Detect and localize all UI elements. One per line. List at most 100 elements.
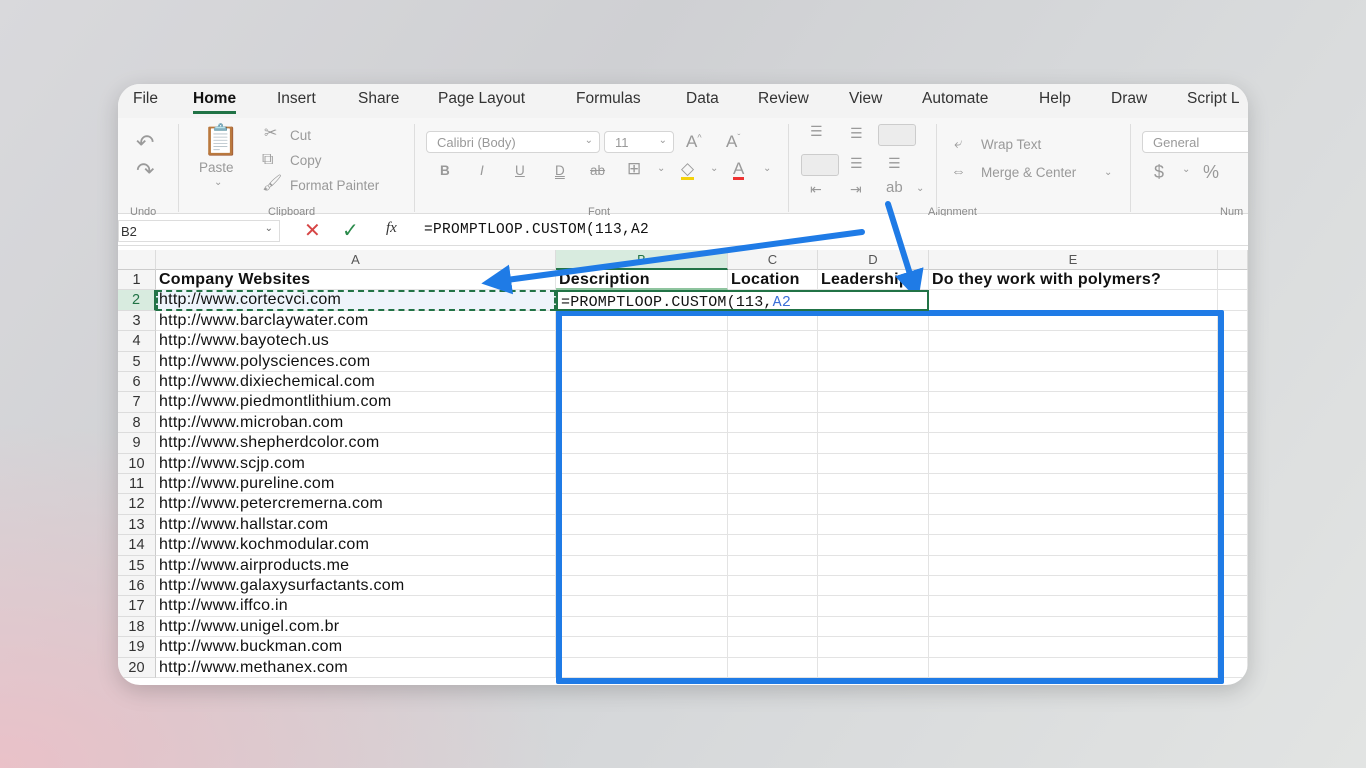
header-cell-b[interactable]: Description — [556, 270, 728, 291]
url-cell[interactable]: http://www.airproducts.me — [156, 555, 556, 576]
paste-button[interactable]: Paste — [199, 160, 234, 175]
copy-icon[interactable]: ⧉ — [262, 152, 273, 168]
empty-cell[interactable] — [1218, 433, 1248, 454]
menu-review[interactable]: Review — [758, 90, 809, 108]
empty-cell[interactable] — [1218, 657, 1248, 678]
empty-cell[interactable] — [556, 535, 728, 556]
empty-cell[interactable] — [818, 453, 929, 474]
empty-cell[interactable] — [818, 310, 929, 332]
url-cell[interactable]: http://www.buckman.com — [156, 637, 556, 658]
url-cell[interactable]: http://www.kochmodular.com — [156, 535, 556, 556]
empty-cell[interactable] — [728, 474, 818, 495]
empty-cell[interactable] — [728, 555, 818, 576]
empty-cell[interactable] — [929, 433, 1218, 454]
empty-cell[interactable] — [818, 637, 929, 658]
empty-cell[interactable] — [556, 555, 728, 576]
orientation-icon[interactable]: ab — [886, 180, 903, 195]
empty-cell[interactable] — [556, 657, 728, 678]
font-name-select[interactable]: Calibri (Body) ⌄ — [426, 131, 600, 153]
empty-cell[interactable] — [728, 433, 818, 454]
empty-cell[interactable] — [818, 331, 929, 352]
menu-share[interactable]: Share — [358, 90, 399, 108]
empty-cell[interactable] — [818, 555, 929, 576]
empty-cell[interactable] — [556, 412, 728, 434]
column-header-a[interactable]: A — [156, 250, 556, 270]
empty-cell[interactable] — [728, 392, 818, 413]
chevron-down-icon[interactable]: ⌄ — [916, 184, 924, 194]
format-painter-button[interactable]: Format Painter — [290, 178, 379, 193]
empty-cell[interactable] — [728, 535, 818, 556]
empty-cell[interactable] — [1218, 494, 1248, 515]
empty-cell[interactable] — [556, 474, 728, 495]
align-middle-icon[interactable]: ☰ — [850, 126, 863, 140]
empty-cell[interactable] — [818, 616, 929, 638]
align-top-icon[interactable]: ☰ — [810, 124, 823, 138]
empty-cell[interactable] — [929, 514, 1218, 536]
row-header[interactable]: 12 — [118, 494, 156, 515]
align-left-button[interactable] — [801, 154, 839, 176]
empty-cell[interactable] — [1218, 310, 1248, 332]
chevron-down-icon[interactable]: ⌄ — [1182, 165, 1190, 175]
double-underline-button[interactable]: D — [555, 163, 565, 178]
empty-cell[interactable] — [556, 494, 728, 515]
url-cell[interactable]: http://www.polysciences.com — [156, 351, 556, 372]
bold-button[interactable]: B — [440, 163, 450, 178]
url-cell[interactable]: http://www.cortecvci.com — [156, 290, 556, 311]
menu-formulas[interactable]: Formulas — [576, 90, 641, 108]
empty-cell[interactable] — [556, 514, 728, 536]
url-cell[interactable]: http://www.piedmontlithium.com — [156, 392, 556, 413]
header-cell-a[interactable]: Company Websites — [156, 270, 556, 291]
merge-center-button[interactable]: Merge & Center — [981, 165, 1076, 180]
row-header[interactable]: 3 — [118, 310, 156, 332]
chevron-down-icon[interactable]: ⌄ — [1104, 168, 1112, 178]
empty-cell[interactable] — [1218, 372, 1248, 393]
decrease-indent-icon[interactable]: ⇤ — [810, 182, 822, 196]
empty-cell[interactable] — [728, 596, 818, 617]
empty-cell[interactable] — [556, 310, 728, 332]
align-right-icon[interactable]: ☰ — [888, 156, 901, 170]
empty-cell[interactable] — [818, 657, 929, 678]
empty-cell[interactable] — [818, 494, 929, 515]
insert-function-icon[interactable]: fx — [386, 220, 397, 237]
empty-cell[interactable] — [929, 453, 1218, 474]
empty-cell[interactable] — [556, 433, 728, 454]
empty-cell[interactable] — [728, 372, 818, 393]
empty-cell[interactable] — [1218, 596, 1248, 617]
fill-color-icon[interactable]: ◇ — [681, 160, 695, 180]
empty-cell[interactable] — [728, 331, 818, 352]
wrap-text-button[interactable]: Wrap Text — [981, 137, 1041, 152]
header-cell-d[interactable]: Leadership — [818, 270, 929, 291]
empty-cell[interactable] — [1218, 392, 1248, 413]
empty-cell[interactable] — [818, 474, 929, 495]
empty-cell[interactable] — [929, 290, 1218, 311]
currency-button[interactable]: $ — [1154, 162, 1164, 183]
row-header[interactable]: 11 — [118, 474, 156, 495]
align-center-icon[interactable]: ☰ — [850, 156, 863, 170]
italic-button[interactable]: I — [480, 163, 484, 178]
scissors-icon[interactable]: ✂ — [264, 126, 277, 142]
row-header[interactable]: 1 — [118, 270, 156, 291]
row-header[interactable]: 17 — [118, 596, 156, 617]
url-cell[interactable]: http://www.scjp.com — [156, 453, 556, 474]
font-color-icon[interactable]: A — [733, 160, 745, 180]
header-cell-e[interactable]: Do they work with polymers? — [929, 270, 1218, 291]
empty-cell[interactable] — [818, 372, 929, 393]
empty-cell[interactable] — [818, 535, 929, 556]
column-header-c[interactable]: C — [728, 250, 818, 270]
empty-cell[interactable] — [1218, 351, 1248, 372]
empty-cell[interactable] — [556, 372, 728, 393]
column-header-f[interactable] — [1218, 250, 1248, 270]
menu-view[interactable]: View — [849, 90, 882, 108]
empty-cell[interactable] — [728, 637, 818, 658]
empty-cell[interactable] — [556, 576, 728, 597]
menu-automate[interactable]: Automate — [922, 90, 988, 108]
empty-cell[interactable] — [728, 576, 818, 597]
empty-cell[interactable] — [818, 433, 929, 454]
row-header[interactable]: 9 — [118, 433, 156, 454]
percent-button[interactable]: % — [1203, 162, 1219, 183]
empty-cell[interactable] — [929, 494, 1218, 515]
empty-cell[interactable] — [818, 392, 929, 413]
empty-cell[interactable] — [1218, 290, 1248, 311]
row-header[interactable]: 6 — [118, 372, 156, 393]
url-cell[interactable]: http://www.pureline.com — [156, 474, 556, 495]
